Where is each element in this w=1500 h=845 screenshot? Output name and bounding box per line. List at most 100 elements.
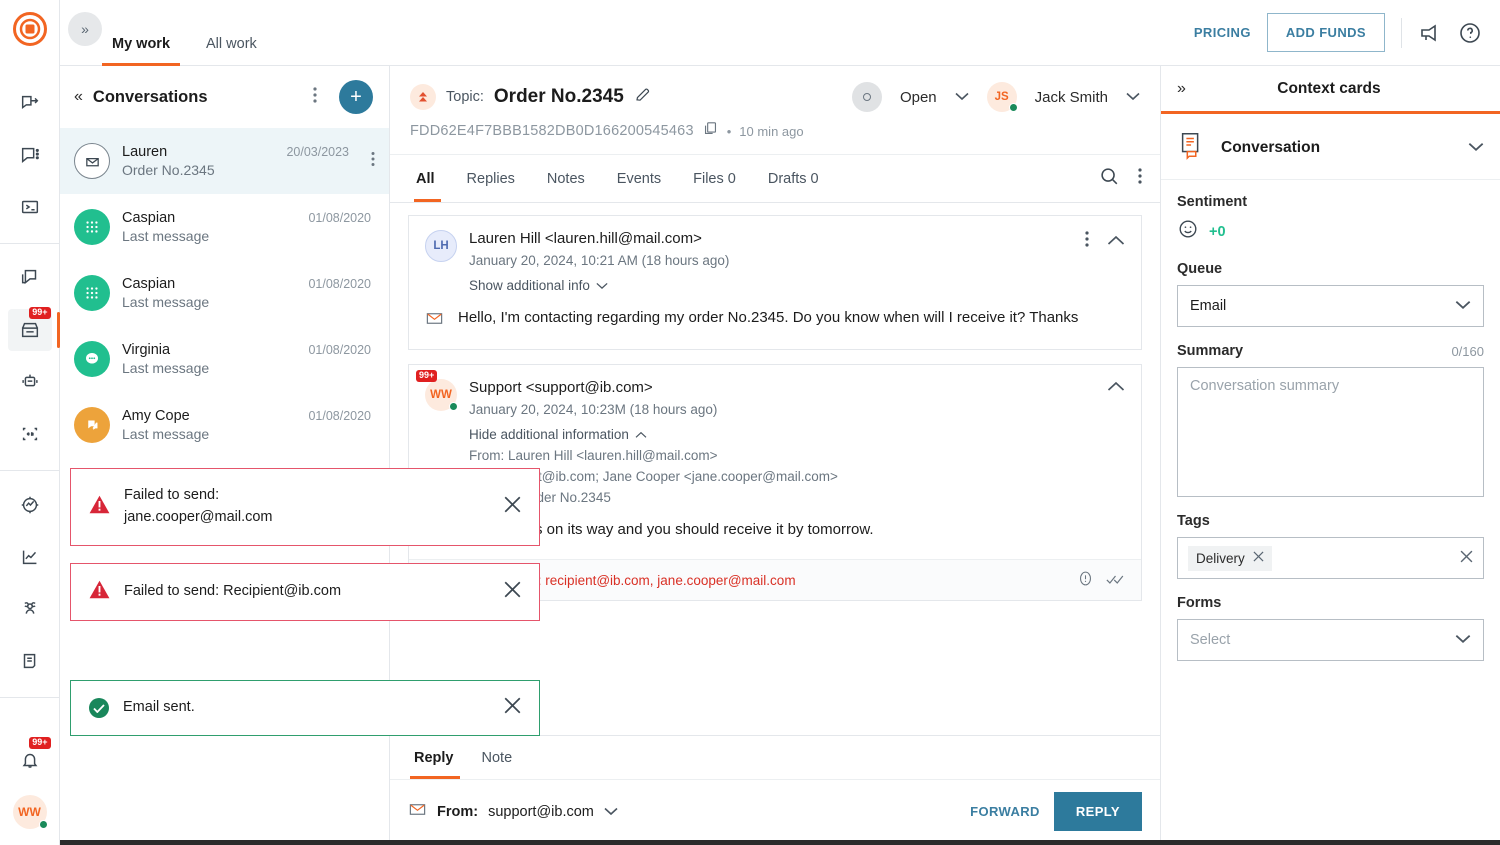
clear-tags-icon[interactable] — [1460, 550, 1473, 566]
expand-nav-icon[interactable]: » — [68, 11, 102, 46]
activity-icon[interactable] — [8, 484, 52, 526]
conversation-date: 01/08/2020 — [308, 277, 371, 291]
megaphone-icon[interactable] — [1418, 21, 1442, 45]
bell-badge: 99+ — [29, 737, 51, 749]
console-icon[interactable] — [8, 186, 52, 228]
queue-chevron-down-icon[interactable] — [1455, 299, 1471, 313]
message-actions — [1085, 230, 1125, 253]
tab-my-work[interactable]: My work — [94, 0, 188, 66]
keypad-icon[interactable] — [8, 413, 52, 455]
list-item[interactable]: Caspian 01/08/2020 Last message — [60, 194, 389, 260]
conversation-item-menu-icon[interactable] — [371, 151, 375, 171]
assignee-avatar[interactable]: JS — [986, 82, 1018, 112]
chat-list-icon[interactable] — [8, 134, 52, 176]
collapse-message-icon[interactable] — [1107, 379, 1125, 397]
collapse-list-icon[interactable]: « — [74, 88, 83, 106]
forms-select[interactable]: Select — [1177, 619, 1484, 661]
assignee-name[interactable]: Jack Smith — [1035, 89, 1108, 106]
list-item[interactable]: Lauren 20/03/2023 Order No.2345 — [60, 128, 389, 194]
rail-divider-3 — [0, 697, 59, 698]
conversation-card-chevron-down-icon[interactable] — [1468, 141, 1484, 155]
conversation-item-row: Caspian 01/08/2020 — [122, 276, 375, 292]
meta-separator: • — [726, 123, 732, 139]
reply-button[interactable]: REPLY — [1053, 792, 1142, 831]
forward-button[interactable]: FORWARD — [970, 804, 1040, 819]
tab-all[interactable]: All — [408, 155, 451, 202]
check-circle-icon — [89, 698, 109, 718]
thread-menu-icon[interactable] — [1138, 167, 1142, 190]
status-value[interactable]: Open — [900, 89, 937, 106]
message-avatar-online-dot — [449, 402, 458, 411]
horizontal-scrollbar[interactable] — [60, 840, 1500, 845]
copy-id-icon[interactable] — [702, 120, 719, 142]
tab-drafts[interactable]: Drafts 0 — [752, 155, 835, 202]
inbox-icon[interactable]: 99+ — [7, 307, 60, 351]
summary-char-count: 0/160 — [1451, 343, 1484, 359]
forms-chevron-down-icon[interactable] — [1455, 633, 1471, 647]
edit-topic-icon[interactable] — [634, 86, 652, 109]
tab-reply[interactable]: Reply — [408, 736, 468, 779]
reports-icon[interactable] — [8, 640, 52, 682]
message-avatar: LH — [425, 230, 457, 262]
bell-icon[interactable]: 99+ — [8, 737, 52, 781]
assignee-initials: JS — [994, 91, 1009, 103]
top-bar-divider — [1401, 17, 1402, 48]
pricing-link[interactable]: PRICING — [1194, 25, 1251, 40]
smiley-icon — [1177, 218, 1199, 245]
composer-tabs: Reply Note — [390, 736, 1160, 780]
conversation-item-body: Virginia 01/08/2020 Last message — [122, 342, 375, 376]
hide-additional-info-toggle[interactable]: Hide additional information — [469, 427, 1095, 442]
message-header-body: Support <support@ib.com> January 20, 202… — [469, 379, 1095, 505]
add-funds-button[interactable]: ADD FUNDS — [1266, 13, 1385, 52]
tab-files[interactable]: Files 0 — [677, 155, 752, 202]
status-chevron-down-icon[interactable] — [955, 90, 969, 104]
summary-label: Summary 0/160 — [1177, 343, 1484, 359]
tab-note[interactable]: Note — [468, 736, 527, 779]
tab-all-work[interactable]: All work — [188, 0, 275, 66]
conversation-avatar-chat — [74, 341, 110, 377]
conversation-card-header[interactable]: Conversation — [1161, 114, 1500, 180]
avatar[interactable]: WW — [12, 795, 48, 829]
tab-drafts-label: Drafts 0 — [767, 170, 819, 187]
composer-from-value[interactable]: support@ib.com — [488, 804, 594, 820]
tab-notes[interactable]: Notes — [531, 155, 601, 202]
queue-select[interactable]: Email — [1177, 285, 1484, 327]
app-logo[interactable] — [12, 12, 47, 51]
close-icon[interactable] — [504, 697, 521, 719]
help-icon[interactable] — [1458, 21, 1482, 45]
close-icon[interactable] — [504, 581, 521, 603]
conversation-preview: Order No.2345 — [122, 162, 215, 178]
show-additional-info-toggle[interactable]: Show additional info — [469, 278, 1073, 293]
list-item[interactable]: Caspian 01/08/2020 Last message — [60, 260, 389, 326]
collapse-context-icon[interactable]: » — [1177, 80, 1186, 98]
message-menu-icon[interactable] — [1085, 230, 1089, 253]
list-item[interactable]: Virginia 01/08/2020 Last message — [60, 326, 389, 392]
search-icon[interactable] — [1098, 165, 1120, 192]
info-icon[interactable] — [1077, 570, 1094, 590]
tag-chip[interactable]: Delivery — [1188, 545, 1272, 571]
assignee-chevron-down-icon[interactable] — [1126, 90, 1140, 104]
summary-input[interactable]: Conversation summary — [1177, 367, 1484, 497]
left-nav-rail: 99+ 99+ WW — [0, 0, 60, 845]
composer-from-chevron-down-icon[interactable] — [604, 805, 618, 819]
bot-icon[interactable] — [8, 361, 52, 403]
tags-field[interactable]: Delivery — [1177, 537, 1484, 579]
list-item[interactable]: Amy Cope 01/08/2020 Last message — [60, 392, 389, 458]
context-cards-panel: » Context cards Conversation Sentiment +… — [1160, 66, 1500, 845]
message-meta-from: From: Lauren Hill <lauren.hill@mail.com> — [469, 448, 718, 463]
tab-events[interactable]: Events — [601, 155, 677, 202]
conversation-date: 20/03/2023 — [286, 145, 349, 159]
tab-replies[interactable]: Replies — [451, 155, 531, 202]
forms-label: Forms — [1177, 595, 1222, 611]
conversation-list-menu-icon[interactable] — [313, 86, 317, 109]
new-conversation-button[interactable]: + — [339, 80, 373, 114]
close-icon[interactable] — [504, 496, 521, 518]
conversation-name: Virginia — [122, 342, 171, 358]
collapse-message-icon[interactable] — [1107, 233, 1125, 251]
remove-tag-icon[interactable] — [1253, 551, 1264, 565]
analytics-icon[interactable] — [8, 536, 52, 578]
send-message-icon[interactable] — [8, 82, 52, 124]
team-icon[interactable] — [8, 588, 52, 630]
message-avatar: 99+ WW — [416, 370, 458, 411]
copy-chat-icon[interactable] — [8, 257, 52, 299]
